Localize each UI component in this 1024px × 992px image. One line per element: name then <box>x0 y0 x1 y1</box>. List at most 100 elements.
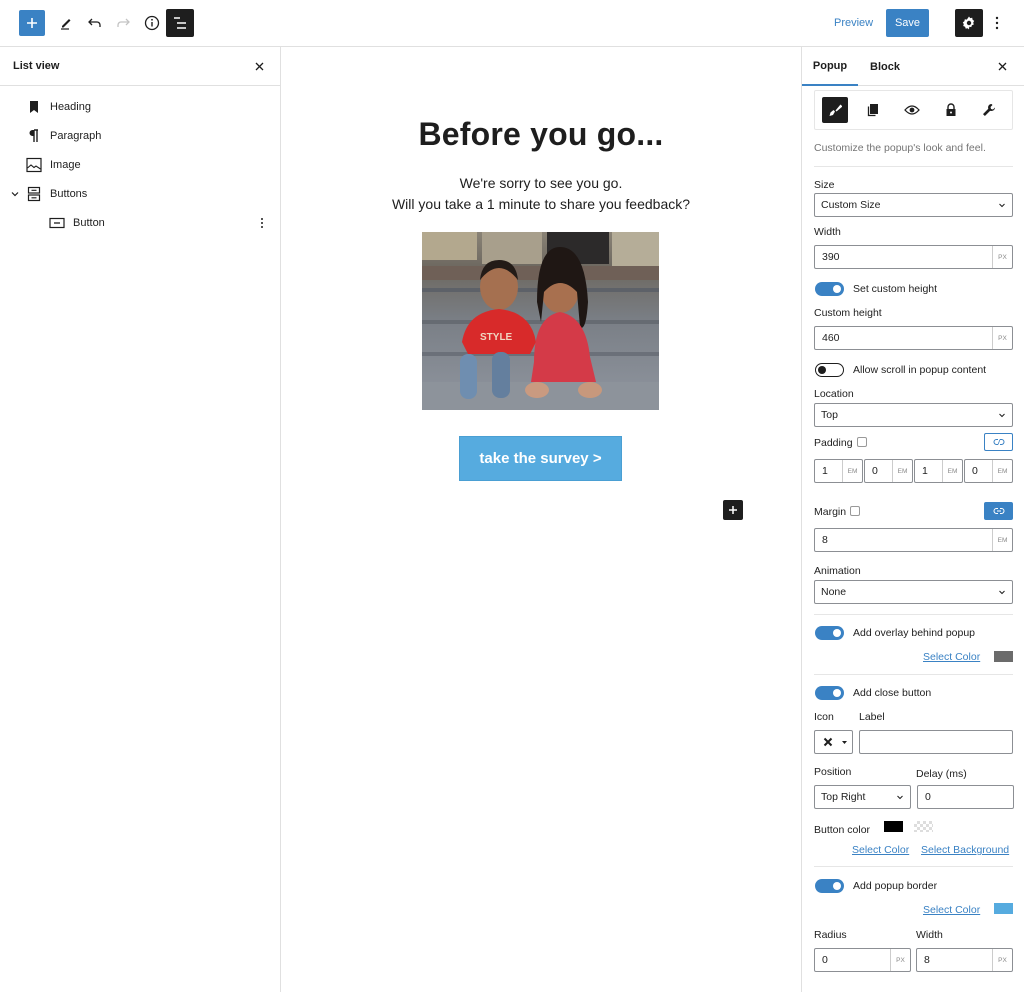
list-item-button[interactable]: Button <box>0 208 280 237</box>
popup-heading[interactable]: Before you go... <box>281 116 801 153</box>
redo-icon <box>117 18 130 27</box>
popup-paragraph[interactable]: We're sorry to see you go. Will you take… <box>281 173 801 215</box>
margin-checkbox[interactable] <box>850 506 861 516</box>
undo-icon <box>88 18 101 27</box>
undo-button[interactable] <box>81 9 109 37</box>
block-inserter-button[interactable] <box>723 500 743 520</box>
padding-link-button[interactable] <box>984 433 1013 451</box>
chevron-down-icon[interactable] <box>9 188 21 200</box>
gear-icon <box>962 16 975 30</box>
tools-button[interactable] <box>52 9 80 37</box>
overlay-color-swatch[interactable] <box>994 651 1013 662</box>
list-item-label: Button <box>73 216 105 229</box>
button-color-swatch[interactable] <box>884 821 903 832</box>
padding-left-input[interactable]: 0 EM <box>964 459 1013 483</box>
padding-left-value: 0 <box>972 465 978 477</box>
tab-block[interactable]: Block <box>870 47 900 86</box>
popup-image[interactable]: STYLE <box>422 232 659 410</box>
custom-height-unit[interactable]: PX <box>992 327 1012 349</box>
plus-icon <box>27 18 37 28</box>
padding-top-unit[interactable]: EM <box>842 460 862 482</box>
button-background-swatch[interactable] <box>914 821 933 832</box>
border-select-color-link[interactable]: Select Color <box>923 904 980 916</box>
details-button[interactable] <box>138 9 166 37</box>
custom-height-toggle[interactable] <box>815 282 844 296</box>
paintbrush-icon <box>829 104 842 116</box>
block-options-button[interactable] <box>255 213 269 233</box>
list-item-image[interactable]: Image <box>0 150 280 179</box>
button-select-background-link[interactable]: Select Background <box>921 844 1009 856</box>
padding-right-unit[interactable]: EM <box>892 460 912 482</box>
divider <box>814 866 1013 867</box>
radius-value: 0 <box>822 954 828 966</box>
settings-button[interactable] <box>955 9 983 37</box>
list-view-icon <box>174 17 186 29</box>
overlay-toggle[interactable] <box>815 626 844 640</box>
chevron-down-icon <box>999 590 1005 595</box>
wrench-icon <box>983 104 995 116</box>
overlay-select-color-link[interactable]: Select Color <box>923 651 980 663</box>
advanced-tab[interactable] <box>976 97 1002 123</box>
custom-height-value: 460 <box>822 332 840 344</box>
sidebar-tabs: Popup Block <box>802 47 1024 86</box>
radius-unit[interactable]: PX <box>890 949 910 971</box>
lock-icon <box>946 103 956 116</box>
list-view-title: List view <box>13 60 60 72</box>
unlink-icon <box>993 439 1004 445</box>
redo-button[interactable] <box>109 9 137 37</box>
content-tab[interactable] <box>860 97 886 123</box>
padding-checkbox[interactable] <box>856 437 867 447</box>
border-width-unit[interactable]: PX <box>992 949 1012 971</box>
close-button-toggle[interactable] <box>815 686 844 700</box>
padding-bottom-value: 1 <box>922 465 928 477</box>
width-unit[interactable]: PX <box>992 246 1012 268</box>
animation-select[interactable]: None <box>814 580 1013 604</box>
padding-top-input[interactable]: 1 EM <box>814 459 863 483</box>
close-label-input[interactable] <box>859 730 1013 754</box>
divider <box>814 614 1013 615</box>
tab-popup[interactable]: Popup <box>802 47 858 86</box>
border-color-swatch[interactable] <box>994 903 1013 914</box>
bookmark-icon <box>26 99 42 115</box>
radius-input[interactable]: 0 PX <box>814 948 911 972</box>
delay-input[interactable]: 0 <box>917 785 1014 809</box>
padding-left-unit[interactable]: EM <box>992 460 1012 482</box>
padding-label-text: Padding <box>814 437 853 449</box>
preview-button[interactable]: Preview <box>828 15 879 31</box>
list-item-heading[interactable]: Heading <box>0 92 280 121</box>
location-select[interactable]: Top <box>814 403 1013 427</box>
margin-link-button[interactable] <box>984 502 1013 520</box>
copy-icon <box>867 104 878 117</box>
more-options-button[interactable] <box>988 9 1006 37</box>
list-item-buttons[interactable]: Buttons <box>0 179 280 208</box>
popup-border-toggle[interactable] <box>815 879 844 893</box>
close-sidebar-button[interactable] <box>995 59 1009 73</box>
link-icon <box>993 508 1004 514</box>
margin-input[interactable]: 8 EM <box>814 528 1013 552</box>
access-tab[interactable] <box>938 97 964 123</box>
margin-unit[interactable]: EM <box>992 529 1012 551</box>
button-select-color-link[interactable]: Select Color <box>852 844 909 856</box>
close-list-view-button[interactable] <box>252 59 266 73</box>
padding-bottom-input[interactable]: 1 EM <box>914 459 963 483</box>
label-label: Label <box>859 711 885 723</box>
close-icon-picker[interactable] <box>814 730 853 754</box>
width-input[interactable]: 390 PX <box>814 245 1013 269</box>
border-width-input[interactable]: 8 PX <box>916 948 1013 972</box>
visibility-tab[interactable] <box>899 97 925 123</box>
position-select[interactable]: Top Right <box>814 785 911 809</box>
survey-button[interactable]: take the survey > <box>459 436 622 481</box>
allow-scroll-toggle[interactable] <box>815 363 844 377</box>
list-item-paragraph[interactable]: Paragraph <box>0 121 280 150</box>
padding-right-input[interactable]: 0 EM <box>864 459 913 483</box>
padding-bottom-unit[interactable]: EM <box>942 460 962 482</box>
list-view-button[interactable] <box>166 9 194 37</box>
size-select[interactable]: Custom Size <box>814 193 1013 217</box>
more-vertical-icon <box>995 16 999 30</box>
save-button[interactable]: Save <box>886 9 929 37</box>
position-label: Position <box>814 766 852 778</box>
add-block-button[interactable] <box>19 10 45 36</box>
position-value: Top Right <box>821 791 866 803</box>
custom-height-input[interactable]: 460 PX <box>814 326 1013 350</box>
style-tab[interactable] <box>822 97 848 123</box>
